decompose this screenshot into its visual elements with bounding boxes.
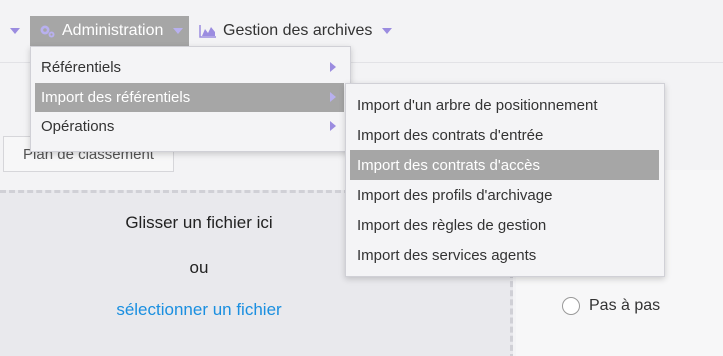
chevron-down-icon — [173, 28, 184, 34]
administration-dropdown-menu: Référentiels Import des référentiels Opé… — [30, 46, 351, 152]
nav-item-label: Administration — [62, 22, 164, 39]
chevron-right-icon — [330, 121, 336, 131]
area-chart-icon — [199, 23, 217, 39]
submenu-item-label: Import des règles de gestion — [357, 216, 547, 234]
nav-item-label: Gestion des archives — [223, 22, 373, 39]
submenu-item-label: Import des contrats d'entrée — [357, 126, 544, 144]
chevron-right-icon — [330, 91, 336, 102]
menu-item-label: Opérations — [41, 118, 115, 136]
select-file-link[interactable]: sélectionner un fichier — [0, 300, 398, 320]
submenu-item-label: Import des profils d'archivage — [357, 186, 553, 204]
menu-item-label: Référentiels — [41, 59, 122, 77]
submenu-item-import-profils-archivage[interactable]: Import des profils d'archivage — [350, 180, 659, 210]
radio-button[interactable] — [562, 297, 580, 315]
chevron-right-icon — [330, 62, 336, 72]
menu-item-label: Import des référentiels — [41, 88, 191, 106]
submenu-item-import-services-agents[interactable]: Import des services agents — [350, 240, 659, 270]
menu-item-import-des-referentiels[interactable]: Import des référentiels — [35, 82, 344, 112]
page: Plan de classement Glisser un fichier ic… — [0, 0, 723, 356]
radio-label: Pas à pas — [589, 297, 661, 314]
submenu-item-label: Import d'un arbre de positionnement — [357, 96, 598, 114]
radio-pas-a-pas[interactable]: Pas à pas — [562, 297, 660, 315]
nav-item-administration[interactable]: Administration — [30, 16, 189, 46]
submenu-item-label: Import des services agents — [357, 246, 537, 264]
submenu-item-label: Import des contrats d'accès — [357, 156, 540, 174]
drop-title: Glisser un fichier ici — [125, 213, 273, 232]
menu-item-operations[interactable]: Opérations — [35, 112, 344, 142]
chevron-down-icon — [382, 28, 393, 34]
submenu-item-import-contrats-entree[interactable]: Import des contrats d'entrée — [350, 120, 659, 150]
submenu-item-import-arbre[interactable]: Import d'un arbre de positionnement — [350, 90, 659, 120]
gears-icon — [38, 23, 56, 39]
import-referentiels-submenu: Import d'un arbre de positionnement Impo… — [345, 83, 665, 277]
nav-item-gestion-des-archives[interactable]: Gestion des archives — [199, 16, 393, 46]
menu-item-referentiels[interactable]: Référentiels — [35, 53, 344, 83]
submenu-item-import-contrats-acces[interactable]: Import des contrats d'accès — [350, 150, 659, 180]
drop-or-text: ou — [189, 258, 209, 277]
submenu-item-import-regles-gestion[interactable]: Import des règles de gestion — [350, 210, 659, 240]
chevron-down-icon[interactable] — [10, 28, 20, 34]
